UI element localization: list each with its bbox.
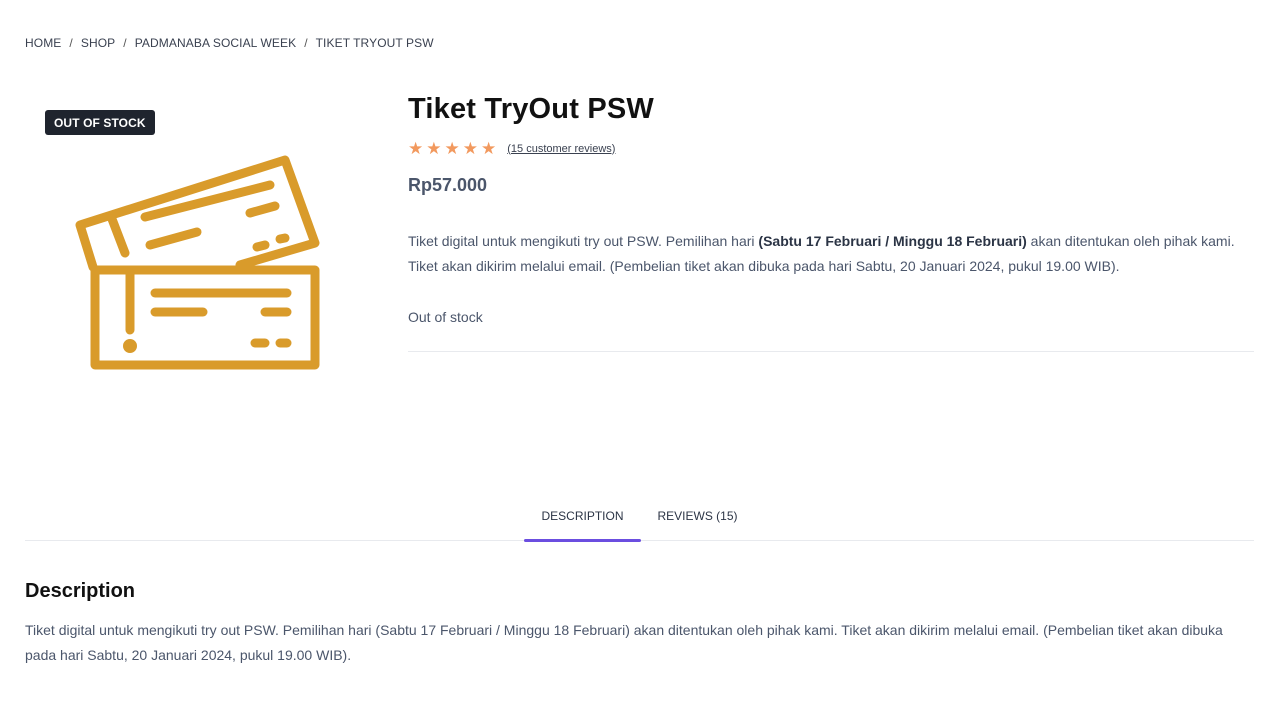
star-icon: ★ bbox=[444, 139, 460, 158]
tab-reviews[interactable]: REVIEWS (15) bbox=[641, 503, 755, 541]
description-panel: Description Tiket digital untuk mengikut… bbox=[25, 580, 1254, 668]
star-icon: ★ bbox=[481, 139, 497, 158]
breadcrumb-shop[interactable]: SHOP bbox=[81, 36, 115, 50]
star-icon: ★ bbox=[426, 139, 442, 158]
stock-status: Out of stock bbox=[408, 309, 483, 325]
product-price: Rp57.000 bbox=[408, 175, 488, 195]
description-text: Tiket digital untuk mengikuti try out PS… bbox=[408, 233, 759, 249]
product-short-description: Tiket digital untuk mengikuti try out PS… bbox=[408, 229, 1254, 278]
breadcrumb-separator: / bbox=[123, 36, 127, 50]
ticket-icon[interactable] bbox=[75, 155, 325, 370]
breadcrumb-home[interactable]: HOME bbox=[25, 36, 61, 50]
tab-description[interactable]: DESCRIPTION bbox=[524, 503, 641, 542]
breadcrumb-separator: / bbox=[304, 36, 308, 50]
product-summary: Tiket TryOut PSW ★ ★ ★ ★ ★ (15 customer … bbox=[408, 93, 1254, 352]
breadcrumb-category[interactable]: PADMANABA SOCIAL WEEK bbox=[135, 36, 296, 50]
description-date-options: (Sabtu 17 Februari / Minggu 18 Februari) bbox=[758, 233, 1027, 249]
product-title: Tiket TryOut PSW bbox=[408, 93, 654, 125]
customer-reviews-link[interactable]: (15 customer reviews) bbox=[507, 143, 615, 155]
star-rating: ★ ★ ★ ★ ★ bbox=[408, 140, 496, 157]
divider bbox=[408, 351, 1254, 352]
star-icon: ★ bbox=[408, 139, 424, 158]
breadcrumb: HOME / SHOP / PADMANABA SOCIAL WEEK / TI… bbox=[25, 36, 434, 50]
breadcrumb-current: TIKET TRYOUT PSW bbox=[315, 36, 434, 50]
star-icon: ★ bbox=[462, 139, 478, 158]
panel-description-text: Tiket digital untuk mengikuti try out PS… bbox=[25, 622, 1223, 663]
out-of-stock-badge: OUT OF STOCK bbox=[45, 110, 155, 135]
panel-title: Description bbox=[25, 580, 136, 602]
product-tabs: DESCRIPTION REVIEWS (15) bbox=[25, 503, 1254, 542]
product-gallery: OUT OF STOCK bbox=[25, 95, 385, 395]
breadcrumb-separator: / bbox=[69, 36, 73, 50]
product-rating: ★ ★ ★ ★ ★ (15 customer reviews) bbox=[408, 140, 1254, 157]
